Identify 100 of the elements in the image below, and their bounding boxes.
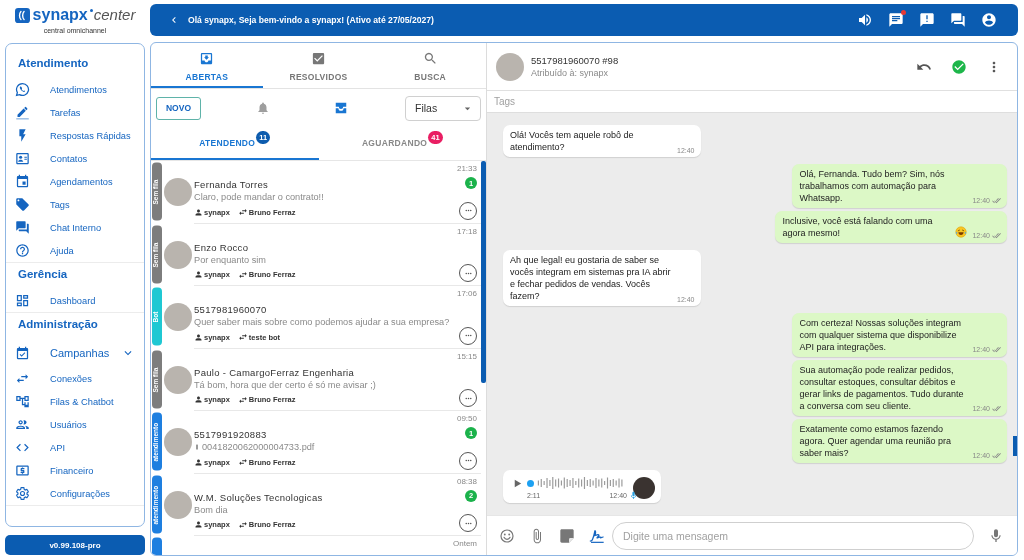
checkbox-icon [311,51,326,66]
person-icon [194,207,203,217]
contact-name: W.M. Soluções Tecnologicas [194,491,324,504]
avatar-photo [164,303,192,331]
more-button[interactable] [459,201,477,220]
ticket-time: 09:50 [456,414,477,424]
sticker-icon[interactable] [559,527,575,544]
help-icon [15,243,30,258]
contact-name: 5517981960070 [194,304,268,316]
message-text: Com certeza! Nossas soluções integram com qualquer sistema que disponibilize API para integrações. [799,317,963,353]
nav-item[interactable]: Usuários [6,413,144,436]
nav-item[interactable]: Tags [6,193,144,216]
logo-icon [14,7,30,23]
chat-bubbles-icon[interactable] [950,12,966,28]
calendar-icon [15,174,30,189]
chat-bubbles-icon [15,220,30,235]
settings-icon [15,486,30,501]
tag-icon [15,197,30,212]
swap-arrows-icon [237,519,248,530]
nav-item[interactable]: Campanhas [6,339,144,367]
nav-item[interactable]: Filas & Chatbot [6,390,144,413]
bell-icon[interactable] [256,101,270,115]
section-title: Gerência [17,267,69,282]
section-title: Atendimento [17,56,90,71]
avatar-photo [164,365,192,394]
queue-select[interactable]: Filas [405,95,481,121]
contact-name: 5517991920883 [194,429,268,441]
microphone-icon [629,490,638,500]
swap-arrows-icon [237,332,248,342]
inbox-trays-icon[interactable] [334,101,348,115]
alert-icon[interactable] [919,12,935,28]
contact-card-icon [15,151,30,166]
nav-item[interactable]: Chat Interno [6,216,144,239]
ticket-time: 17:06 [456,289,477,299]
message-text: Exatamente como estamos fazendo agora. Quer agendar uma reunião pra saber mais? [799,423,953,459]
message-text: Ah que legal! eu gostaria de saber se vocês integram em sistemas pra IA abrir e fechar pedidos de vendas. Vocês fazem? [510,254,672,302]
tab[interactable]: BUSCA [374,43,486,88]
nav-item[interactable]: Contatos [6,147,144,170]
more-button[interactable] [459,389,477,407]
assigned-to: Atribuído à: synapx [531,66,610,80]
signature-icon[interactable] [589,527,605,544]
logo-name: synapx [32,6,88,24]
version-label: v0.99.108-pro [5,535,145,555]
tab[interactable]: RESOLVIDOS [262,43,375,88]
more-button[interactable] [459,326,477,345]
contact-name: 5517981960070 #98 [531,53,619,67]
tab[interactable]: ABERTAS [151,43,263,88]
last-message: Claro, pode mandar o contrato!! [194,191,324,203]
message-text: Sua automação pode realizar pedidos, consultar estoques, consultar débitos e gerar links de pagamentos. Tudo durante a conversa com seu cliente. [799,364,965,412]
nav-item[interactable]: Respostas Rápidas [6,124,144,147]
flowchart-icon [15,394,30,409]
ticket-time: 17:18 [456,226,477,237]
swap-arrows-icon [237,457,248,467]
swap-arrows-icon [237,394,248,405]
more-button[interactable] [459,514,477,532]
new-button[interactable]: NOVO [156,96,201,120]
nav-item[interactable]: Dashboard [6,289,144,312]
avatar-photo [164,178,192,206]
nav-item[interactable]: Configurações [6,482,144,505]
pencil-icon [15,105,30,120]
users-icon [15,417,30,432]
smiley-icon[interactable] [499,527,515,544]
nav-item[interactable]: Financeiro [6,459,144,482]
person-icon [194,457,203,467]
chat-icon[interactable] [888,12,904,28]
account-icon[interactable] [981,12,997,28]
contact-name: Fernanda Torres [194,179,270,191]
message-text: Olá, Fernanda. Tudo bem? Sim, nós trabalhamos com automação para Whatsapp. [799,168,946,204]
avatar-photo [633,476,655,499]
nav-item[interactable]: Agendamentos [6,170,144,193]
swap-arrows-icon [237,269,248,280]
ticket-time: 08:38 [456,476,477,487]
message-input[interactable]: Digite uma mensagem [612,521,974,550]
person-icon [194,332,203,342]
volume-icon[interactable] [857,12,873,28]
play-icon[interactable] [512,477,523,489]
microphone-icon[interactable] [988,527,1004,544]
person-icon [194,395,203,404]
last-message: Bom dia [194,503,228,516]
more-button[interactable] [459,451,477,470]
nav-item[interactable]: API [6,436,144,459]
more-button[interactable] [459,264,477,282]
inbox-icon [199,51,215,66]
nav-item[interactable]: Tarefas [6,101,144,124]
nav-item[interactable]: Ajuda [6,239,144,262]
last-message: Tá bom, hora que der certo é só me avisar ;) [194,378,376,391]
audio-progress-thumb[interactable] [527,480,534,487]
ticket-time: Ontem [453,539,477,549]
contact-name: Paulo - CamargoFerraz Engenharia [194,366,356,379]
search-icon [422,51,438,66]
avatar-photo [164,490,192,519]
scrollbar-thumb[interactable] [481,161,486,383]
scrollbar-thumb[interactable] [1013,436,1017,456]
ticket-time: 21:33 [456,164,477,174]
person-icon [194,270,203,279]
nav-item[interactable]: Conexões [6,367,144,390]
nav-item[interactable]: Atendimentos [6,78,144,101]
chat-phone-icon [15,82,30,97]
ticket-time: 15:15 [456,351,477,362]
person-icon [194,520,203,529]
